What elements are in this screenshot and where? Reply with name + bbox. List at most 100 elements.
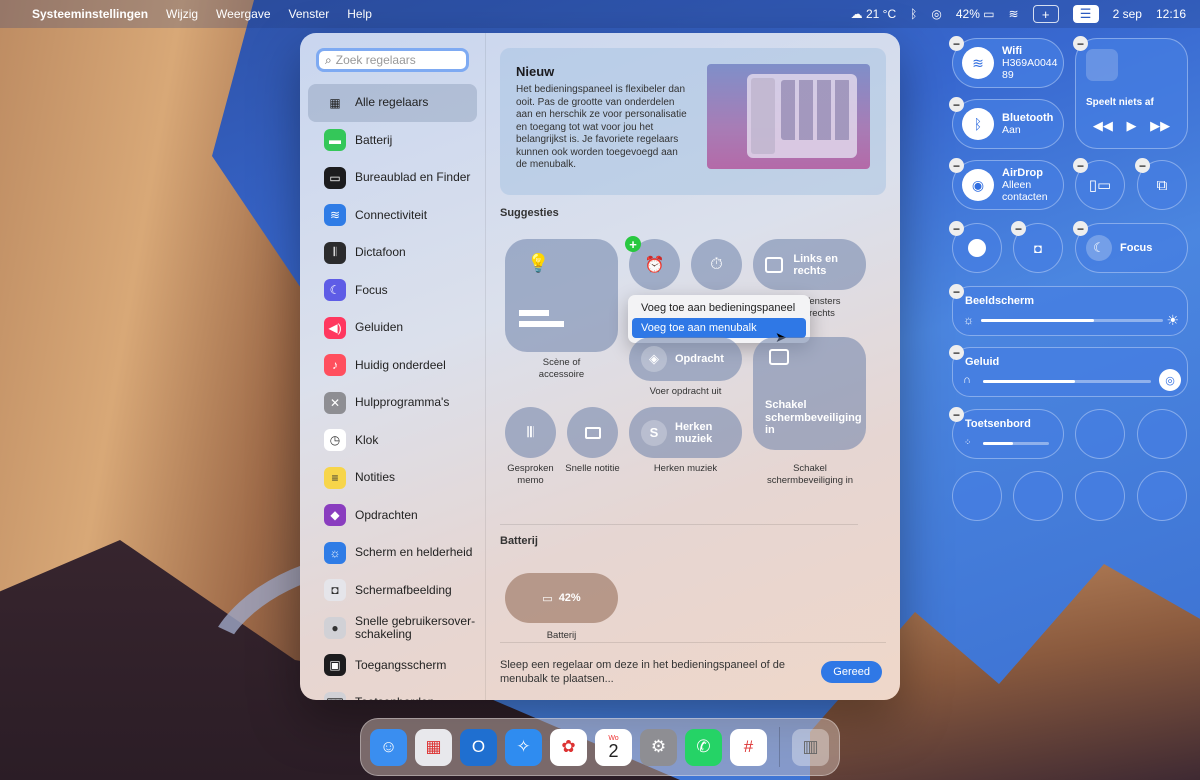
sidebar-item-9[interactable]: ◷ Klok [308,422,477,460]
trash-icon[interactable]: ▥ [792,728,829,766]
sidebar-item-8[interactable]: ✕ Hulpprogramma's [308,384,477,422]
cc-remove-icon[interactable]: − [1135,158,1150,173]
keyboard-slider[interactable] [983,442,1049,445]
cc-bluetooth-tile[interactable]: ᛒ Bluetooth Aan [952,99,1064,149]
sidebar-item-14[interactable]: ● Snelle gebruikersover-schakeling [308,609,477,647]
scene-caption: Scène of accessoire [538,357,585,380]
menubar-time[interactable]: 12:16 [1156,7,1186,21]
sidebar-item-label: Hulpprogramma's [355,395,450,410]
control-centre-icon[interactable]: ☰ [1072,5,1099,23]
done-button[interactable]: Gereed [821,660,882,683]
menu-help[interactable]: Help [347,7,372,21]
new-card-body: Het bedieningspaneel is flexibeler dan o… [516,84,687,170]
calendar-icon[interactable]: Wo 2 [595,728,632,766]
safari-icon[interactable]: ✧ [505,728,542,766]
screensaver-tile[interactable]: Schakel schermbeveiliging in [753,337,866,450]
cc-focus-tile[interactable]: ☾ Focus [1075,223,1188,273]
airplay-audio-icon[interactable]: ◎ [1159,369,1181,391]
cc-display-module[interactable]: Beeldscherm ☼ ☀ [952,286,1188,336]
cc-remove-icon[interactable]: − [1073,158,1088,173]
slack-icon[interactable]: # [730,728,767,766]
clock-icon: ◷ [324,429,346,452]
battery-tile[interactable]: ▭ 42% [505,573,618,623]
add-badge-icon[interactable]: + [625,236,641,252]
sidebar-item-5[interactable]: ☾ Focus [308,272,477,310]
sidebar-item-0[interactable]: ▦ Alle regelaars [308,84,477,122]
sidebar-item-11[interactable]: ◆ Opdrachten [308,497,477,535]
cc-remove-icon[interactable]: − [949,345,964,360]
cc-empty-slot[interactable] [952,471,1002,521]
calendar-day: 2 [608,740,619,761]
menu-venster[interactable]: Venster [289,7,330,21]
cc-remove-icon[interactable]: − [949,284,964,299]
cc-airdrop-tile[interactable]: ◉ AirDrop Alleen contacten [952,160,1064,210]
sidebar-item-1[interactable]: ▬ Batterij [308,122,477,160]
opdracht-tile[interactable]: ◈ Opdracht [629,337,742,381]
cc-remove-icon[interactable]: − [1011,221,1026,236]
menu-wijzig[interactable]: Wijzig [166,7,198,21]
cc-keyboard-title: Toetsenbord [965,418,1031,430]
voice-memo-caption: Gesproken memo [507,463,554,486]
sidebar-item-7[interactable]: ♪ Huidig onderdeel [308,347,477,385]
sidebar-item-6[interactable]: ◀) Geluiden [308,309,477,347]
display-slider[interactable] [981,319,1163,322]
keyboard-icon: ⌨ [324,691,346,700]
quick-note-icon [584,426,601,439]
cc-remove-icon[interactable]: − [949,407,964,422]
cc-empty-slot[interactable] [1075,471,1125,521]
links-rechts-tile[interactable]: Links en rechts [753,239,866,290]
cc-sound-module[interactable]: Geluid ∩ ◎ [952,347,1188,397]
search-icon: ⌕ [325,52,332,67]
sidebar-item-13[interactable]: ◘ Schermafbeelding [308,572,477,610]
fast-forward-icon[interactable]: ▶▶ [1150,118,1170,134]
sidebar-item-3[interactable]: ≋ Connectiviteit [308,197,477,235]
new-card-preview-image [707,64,870,169]
wifi-status-icon[interactable]: ≋ [1009,7,1019,21]
battery-status[interactable]: 42% ▭ [956,7,995,21]
menu-item-add-to-control-centre[interactable]: Voeg toe aan bedieningspaneel [632,298,806,318]
cc-empty-slot[interactable] [1075,409,1125,459]
cc-remove-icon[interactable]: − [949,36,964,51]
menu-weergave[interactable]: Weergave [216,7,270,21]
timer-tile[interactable]: ⏱ [691,239,742,290]
whatsapp-icon[interactable]: ✆ [685,728,722,766]
sidebar-item-2[interactable]: ▭ Bureaublad en Finder [308,159,477,197]
weather-status[interactable]: ☁ 21 °C [851,7,897,21]
cc-empty-slot[interactable] [1013,471,1063,521]
sidebar-item-label: Opdrachten [355,507,418,522]
menubar-date[interactable]: 2 sep [1113,7,1142,21]
finder-icon[interactable]: ☺ [370,728,407,766]
photos-icon[interactable]: ✿ [550,728,587,766]
cc-remove-icon[interactable]: − [949,221,964,236]
cc-empty-slot[interactable] [1137,409,1187,459]
cc-remove-icon[interactable]: − [1073,221,1088,236]
cc-remove-icon[interactable]: − [1073,36,1088,51]
sidebar-item-12[interactable]: ☼ Scherm en helderheid [308,534,477,572]
quick-note-tile[interactable] [567,407,618,458]
cc-empty-slot[interactable] [1137,471,1187,521]
sidebar-item-16[interactable]: ⌨ Toetsenborden [308,684,477,700]
sidebar-item-4[interactable]: 𝄃 Dictafoon [308,234,477,272]
launchpad-icon[interactable]: ▦ [415,728,452,766]
rewind-icon[interactable]: ◀◀ [1093,118,1113,134]
play-icon[interactable]: ▶ [1126,118,1136,134]
settings-icon[interactable]: ⚙ [640,728,677,766]
voice-memo-tile[interactable]: 𝄃𝄃 [505,407,556,458]
search-field[interactable]: ⌕ Zoek regelaars [316,48,469,72]
sound-slider[interactable] [983,380,1151,383]
scene-accessory-tile[interactable]: 💡 [505,239,618,352]
airplay-status-icon[interactable]: ◎ [931,7,941,21]
cc-now-playing-tile[interactable]: Speelt niets af ◀◀ ▶ ▶▶ [1075,38,1188,149]
main-content: Nieuw Het bedieningspaneel is flexibeler… [486,33,900,700]
outlook-icon[interactable]: O [460,728,497,766]
add-control-button[interactable]: + [1032,5,1059,23]
cc-remove-icon[interactable]: − [949,97,964,112]
cc-remove-icon[interactable]: − [949,158,964,173]
cc-wifi-tile[interactable]: ≋ Wifi H369A0044 89 [952,38,1064,88]
bluetooth-status-icon[interactable]: ᛒ [910,7,917,21]
sidebar-item-10[interactable]: ≡ Notities [308,459,477,497]
shazam-tile[interactable]: S Herken muziek [629,407,742,458]
cc-keyboard-module[interactable]: Toetsenbord ⁘ [952,409,1064,459]
sidebar-item-15[interactable]: ▣ Toegangsscherm [308,647,477,685]
app-menu[interactable]: Systeeminstellingen [32,7,148,21]
